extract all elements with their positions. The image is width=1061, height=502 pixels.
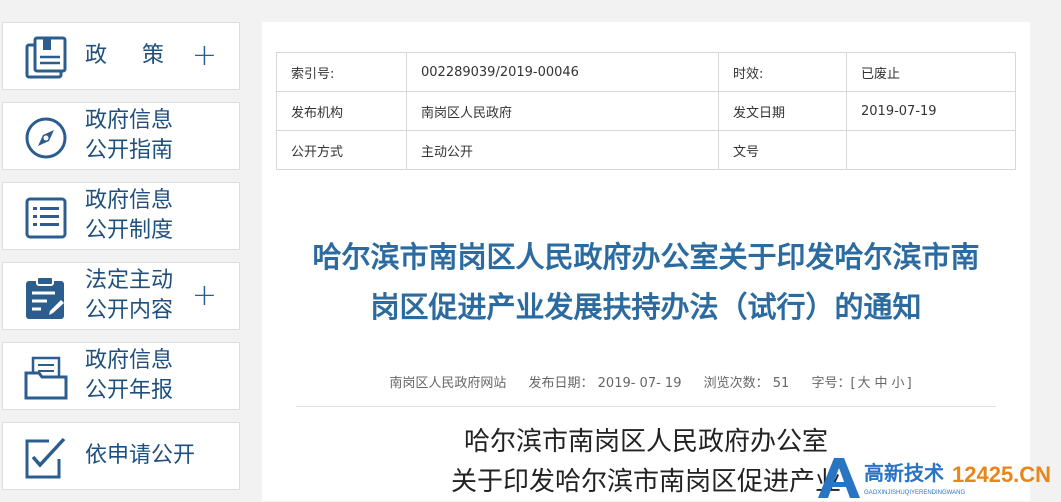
article-title-line: 岗区促进产业发展扶持办法（试行）的通知 [370, 290, 922, 324]
watermark-pinyin: GAOXINJISHUQIYERENDINGWANG [864, 490, 965, 496]
font-size-large-link[interactable]: 大 [858, 376, 871, 391]
validity-value: 已废止 [846, 52, 1016, 92]
sidebar-item-apply-disclosure[interactable]: 依申请公开 [2, 422, 240, 490]
font-size-close: ] [906, 376, 912, 391]
sidebar-item-policy[interactable]: 政 策 + [2, 22, 240, 90]
document-metadata-table: 索引号: 002289039/2019-00046 时效: 已废止 发布机构 南… [276, 52, 1016, 170]
sidebar-item-mandatory-disclosure[interactable]: 法定主动 公开内容 + [2, 262, 240, 330]
compass-icon [25, 117, 67, 159]
watermark-logo: 高新技术 12425.CN GAOXINJISHUQIYERENDINGWANG [818, 458, 1051, 498]
doc-no-value [846, 130, 1016, 170]
font-size-medium-link[interactable]: 中 [875, 376, 888, 391]
divider [296, 406, 996, 407]
watermark-domain: 12425.CN [952, 462, 1051, 487]
sidebar-item-system[interactable]: 政府信息 公开制度 [2, 182, 240, 250]
article-info-bar: 南岗区人民政府网站 发布日期： 2019- 07- 19 浏览次数： 51 字号… [262, 372, 1030, 391]
sidebar-item-label: 依申请公开 [85, 443, 196, 468]
publish-date-text: 发布日期： 2019- 07- 19 [528, 376, 682, 391]
table-row: 发布机构 南岗区人民政府 发文日期 2019-07-19 [276, 91, 1016, 131]
table-row: 公开方式 主动公开 文号 [276, 130, 1016, 170]
list-document-icon [25, 197, 67, 239]
table-row: 索引号: 002289039/2019-00046 时效: 已废止 [276, 52, 1016, 92]
index-label: 索引号: [276, 52, 407, 92]
sidebar-item-label: 政府信息 公开制度 [85, 188, 174, 243]
clipboard-edit-icon [26, 276, 64, 319]
source-text: 南岗区人民政府网站 [389, 376, 507, 391]
sidebar-item-label: 政府信息 公开指南 [85, 108, 174, 163]
watermark-brand: 高新技术 [864, 461, 944, 485]
sidebar-item-guide[interactable]: 政府信息 公开指南 [2, 102, 240, 170]
sidebar-item-label: 政 策 [85, 43, 178, 68]
watermark-a-logo-icon [818, 458, 860, 498]
article-title-line: 哈尔滨市南岗区人民政府办公室关于印发哈尔滨市南 [312, 240, 980, 274]
font-size-label: 字号：[ [811, 376, 856, 391]
policy-book-icon [25, 36, 67, 79]
font-size-small-link[interactable]: 小 [892, 376, 905, 391]
main-content: 索引号: 002289039/2019-00046 时效: 已废止 发布机构 南… [262, 22, 1030, 501]
validity-label: 时效: [718, 52, 847, 92]
disclosure-value: 主动公开 [406, 130, 719, 170]
sidebar-item-label: 政府信息 公开年报 [85, 348, 174, 403]
index-value: 002289039/2019-00046 [406, 52, 719, 92]
sidebar-item-label: 法定主动 公开内容 [85, 268, 174, 323]
disclosure-label: 公开方式 [276, 130, 407, 170]
sidebar: 政 策 + 政府信息 公开指南 政府信息 公开制度 法定主动 公开内容 + 政府… [0, 0, 243, 501]
doc-no-label: 文号 [718, 130, 847, 170]
checkbox-edit-icon [25, 437, 66, 479]
article-title: 哈尔滨市南岗区人民政府办公室关于印发哈尔滨市南 岗区促进产业发展扶持办法（试行）… [272, 232, 1020, 332]
issuer-label: 发布机构 [276, 91, 407, 131]
issue-date-value: 2019-07-19 [846, 91, 1016, 131]
folder-report-icon [24, 356, 68, 400]
expand-plus-icon[interactable]: + [192, 41, 217, 71]
issuer-value: 南岗区人民政府 [406, 91, 719, 131]
view-count-text: 浏览次数： 51 [703, 376, 790, 391]
issue-date-label: 发文日期 [718, 91, 847, 131]
expand-plus-icon[interactable]: + [192, 281, 217, 311]
sidebar-item-annual-report[interactable]: 政府信息 公开年报 [2, 342, 240, 410]
